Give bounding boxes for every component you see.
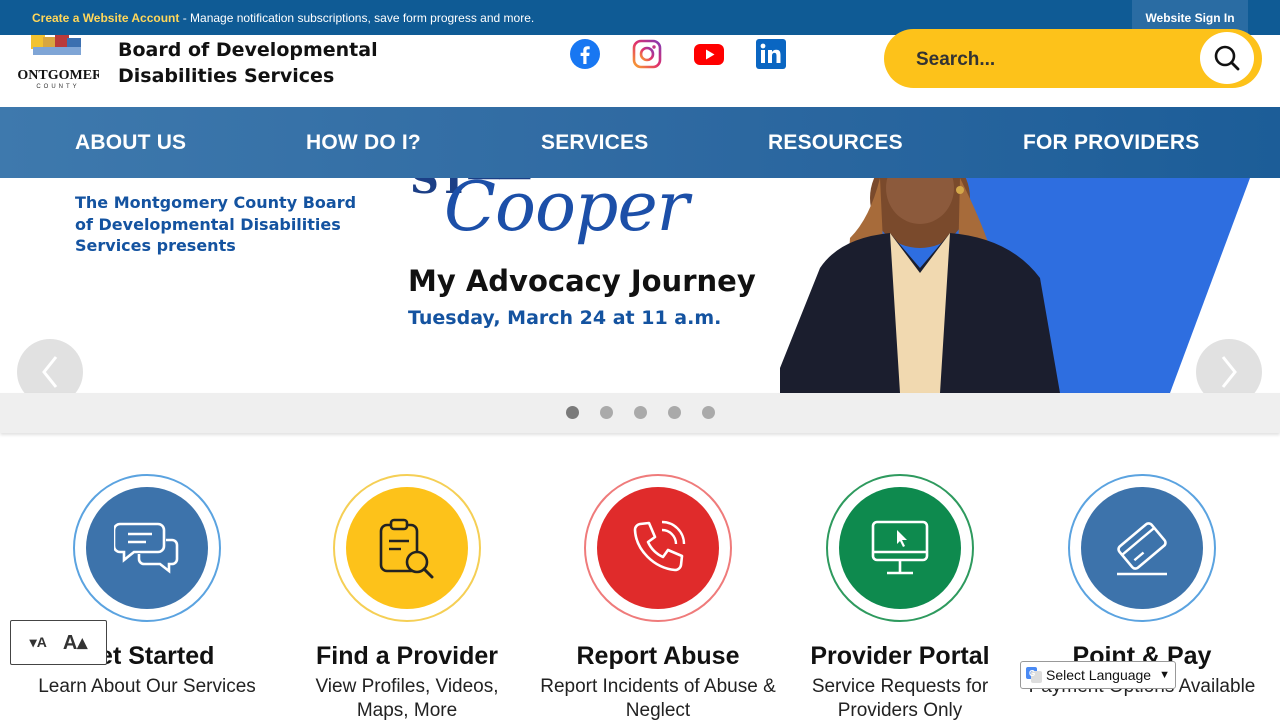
google-translate-icon: G <box>1026 667 1042 683</box>
search-input[interactable] <box>916 47 1166 73</box>
tile-subtitle: Report Incidents of Abuse & Neglect <box>540 676 776 721</box>
hero-intro: The Montgomery County Board of Developme… <box>75 193 357 255</box>
slideshow-pager <box>0 393 1280 433</box>
tile-circle <box>346 487 468 609</box>
youtube-icon[interactable] <box>694 39 724 69</box>
decrease-font-button[interactable]: ▾A <box>30 634 47 651</box>
credit-card-icon <box>1117 522 1167 576</box>
slide-dot-2[interactable] <box>600 406 613 419</box>
clipboard-search-icon <box>379 518 434 579</box>
slide-dot-3[interactable] <box>634 406 647 419</box>
site-title[interactable]: Board of Developmental Disabilities Serv… <box>118 37 378 89</box>
search-button[interactable] <box>1200 32 1254 84</box>
svg-text:G: G <box>1029 669 1035 678</box>
chevron-right-icon <box>1221 356 1237 388</box>
slide-dot-1[interactable] <box>566 406 579 419</box>
hero-slideshow: The Montgomery County Board of Developme… <box>0 178 1280 393</box>
tile-ring <box>1068 474 1216 622</box>
hero-name: Cooper <box>444 178 689 247</box>
create-account-link[interactable]: Create a Website Account <box>32 11 179 25</box>
tile-title: Provider Portal <box>810 642 990 670</box>
slideshow-prev-button[interactable] <box>17 339 83 393</box>
instagram-icon[interactable] <box>632 39 662 69</box>
chat-bubbles-icon <box>114 522 179 574</box>
slideshow-next-button[interactable] <box>1196 339 1262 393</box>
county-logo[interactable]: MONTGOMERY COUNTY <box>17 35 99 91</box>
hero-photo <box>780 178 1250 393</box>
nav-resources[interactable]: RESOURCES <box>768 131 903 155</box>
tile-ring <box>826 474 974 622</box>
promo-text: - Manage notification subscriptions, sav… <box>179 11 535 25</box>
nav-about-us[interactable]: ABOUT US <box>75 131 186 155</box>
account-promo: Create a Website Account - Manage notifi… <box>32 11 534 25</box>
tile-subtitle: View Profiles, Videos, Maps, More <box>315 676 499 721</box>
tile-title: Find a Provider <box>316 642 498 670</box>
slide-dot-5[interactable] <box>702 406 715 419</box>
tile-circle <box>1081 487 1203 609</box>
chevron-down-icon: ▼ <box>1159 669 1170 681</box>
tile-circle <box>86 487 208 609</box>
tile-get-started[interactable]: Get Started Learn About Our Services <box>27 474 267 699</box>
tile-report-abuse[interactable]: Report Abuse Report Incidents of Abuse &… <box>538 474 778 723</box>
search-bar <box>884 29 1262 88</box>
tile-circle <box>839 487 961 609</box>
logo-lettering: MONTGOMERY <box>17 68 99 83</box>
nav-for-providers[interactable]: FOR PROVIDERS <box>1023 131 1199 155</box>
slide-dot-4[interactable] <box>668 406 681 419</box>
site-header: MONTGOMERY COUNTY Board of Developmental… <box>0 29 1280 107</box>
hero-event-date: Tuesday, March 24 at 11 a.m. <box>408 307 722 329</box>
svg-text:COUNTY: COUNTY <box>36 84 79 90</box>
site-title-line1: Board of Developmental <box>118 39 378 61</box>
phone-icon <box>633 520 686 572</box>
site-title-line2: Disabilities Services <box>118 65 335 87</box>
hero-event-title: My Advocacy Journey <box>408 264 756 298</box>
tile-ring <box>333 474 481 622</box>
language-select[interactable]: G Select Language ▼ <box>1020 661 1176 689</box>
tile-subtitle: Service Requests for Providers Only <box>811 676 989 721</box>
tile-provider-portal[interactable]: Provider Portal Service Requests for Pro… <box>780 474 1020 723</box>
tile-subtitle: Learn About Our Services <box>38 676 256 697</box>
linkedin-icon[interactable] <box>756 39 786 69</box>
main-navigation: ABOUT US HOW DO I? SERVICES RESOURCES FO… <box>0 107 1280 178</box>
font-size-widget: ▾A A▴ <box>10 620 107 665</box>
tile-ring <box>584 474 732 622</box>
facebook-icon[interactable] <box>570 39 600 69</box>
nav-how-do-i[interactable]: HOW DO I? <box>306 131 421 155</box>
nav-services[interactable]: SERVICES <box>541 131 648 155</box>
search-icon <box>1214 45 1240 71</box>
tile-ring <box>73 474 221 622</box>
language-select-label: Select Language <box>1046 667 1152 683</box>
chevron-left-icon <box>42 356 58 388</box>
tile-title: Report Abuse <box>576 642 740 670</box>
tile-circle <box>597 487 719 609</box>
tile-find-a-provider[interactable]: Find a Provider View Profiles, Videos, M… <box>287 474 527 723</box>
increase-font-button[interactable]: A▴ <box>63 630 88 655</box>
monitor-cursor-icon <box>871 520 929 575</box>
